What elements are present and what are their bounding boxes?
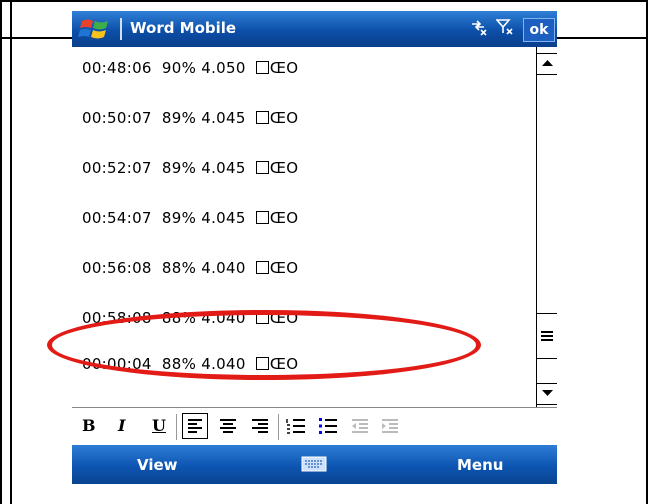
decrease-indent-icon[interactable] — [348, 414, 372, 442]
page-frame-top — [0, 0, 648, 2]
arrow-up-icon — [542, 60, 553, 66]
document-line: 00:54:07 89% 4.045 ŒO — [82, 209, 299, 227]
align-left-icon[interactable] — [182, 413, 208, 439]
underline-button[interactable]: U — [152, 416, 166, 435]
document-line: 00:52:07 89% 4.045 ŒO — [82, 159, 299, 177]
document-line: 00:50:07 89% 4.045 ŒO — [82, 109, 299, 127]
toolbar-separator — [278, 414, 279, 440]
formatting-toolbar: B I U — [72, 407, 557, 446]
title-separator — [120, 18, 122, 40]
scroll-down-button[interactable] — [537, 383, 557, 405]
connectivity-icon[interactable] — [470, 18, 488, 40]
vertical-scrollbar[interactable] — [536, 47, 557, 407]
page-frame-inner-left — [10, 2, 12, 504]
bold-button[interactable]: B — [82, 416, 96, 435]
softkey-bar: View Menu — [72, 445, 557, 484]
document-line: 00:56:08 88% 4.040 ŒO — [82, 259, 299, 277]
placeholder-box-icon — [255, 161, 269, 174]
scroll-up-button[interactable] — [537, 53, 557, 75]
title-bar: Word Mobile ok — [72, 11, 557, 47]
numbered-list-icon[interactable] — [284, 414, 308, 442]
arrow-down-icon — [542, 390, 553, 396]
toolbar-separator — [176, 414, 177, 440]
keyboard-icon[interactable] — [301, 455, 327, 477]
scroll-thumb[interactable] — [537, 313, 557, 359]
app-title: Word Mobile — [130, 19, 237, 37]
ok-button[interactable]: ok — [523, 18, 555, 42]
signal-off-icon[interactable] — [495, 18, 514, 40]
placeholder-box-icon — [255, 61, 269, 74]
placeholder-box-icon — [255, 211, 269, 224]
placeholder-box-icon — [255, 111, 269, 124]
italic-button[interactable]: I — [118, 416, 125, 435]
placeholder-box-icon — [255, 261, 269, 274]
page-frame-left — [0, 0, 2, 504]
device-screen: Word Mobile ok 00:48:06 90% 4.050 ŒO 00:… — [72, 11, 557, 484]
increase-indent-icon[interactable] — [378, 414, 402, 442]
menu-softkey[interactable]: Menu — [457, 456, 503, 474]
start-menu-icon[interactable] — [78, 16, 112, 42]
align-right-icon[interactable] — [248, 414, 272, 442]
bullet-list-icon[interactable] — [316, 414, 340, 442]
highlight-ellipse — [47, 310, 481, 380]
align-center-icon[interactable] — [216, 414, 240, 442]
view-softkey[interactable]: View — [137, 456, 178, 474]
document-line: 00:48:06 90% 4.050 ŒO — [82, 59, 299, 77]
